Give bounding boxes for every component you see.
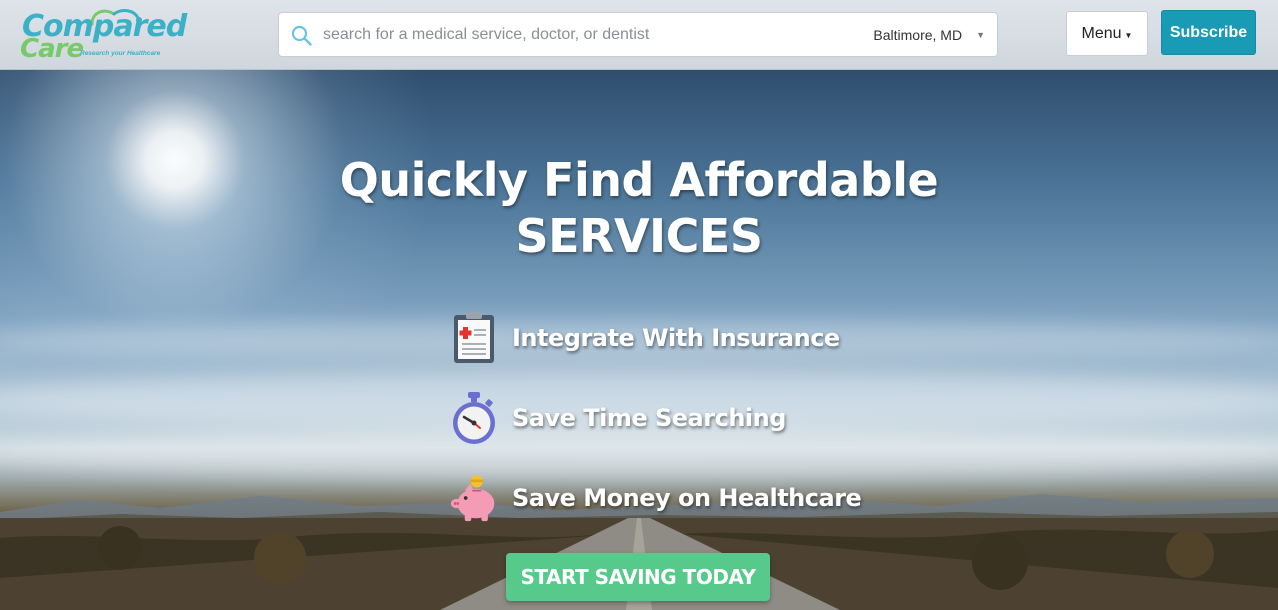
caret-down-icon: ▼ — [976, 29, 985, 40]
stopwatch-icon — [450, 390, 498, 446]
clipboard-icon — [450, 310, 498, 366]
hero-title: Quickly Find Affordable SERVICES — [0, 152, 1278, 264]
menu-button-label: Menu — [1081, 24, 1122, 42]
feature-time: Save Time Searching — [450, 388, 786, 448]
compared-care-logo[interactable]: Compared Care Research your Healthcare — [18, 6, 187, 64]
logo-name-bottom: Care — [20, 34, 84, 64]
search-icon — [291, 25, 312, 46]
hero-title-line1: Quickly Find Affordable — [339, 153, 939, 207]
subscribe-button[interactable]: Subscribe — [1161, 10, 1256, 55]
feature-label: Integrate With Insurance — [512, 324, 840, 352]
feature-insurance: Integrate With Insurance — [450, 308, 840, 368]
feature-label: Save Money on Healthcare — [512, 484, 862, 512]
caret-down-icon: ▼ — [1124, 30, 1133, 40]
search-bar: Baltimore, MD ▼ — [278, 12, 998, 57]
feature-label: Save Time Searching — [512, 404, 786, 432]
search-input[interactable] — [323, 21, 843, 49]
location-value: Baltimore, MD — [873, 26, 963, 43]
hero-section: Quickly Find Affordable SERVICES Integra… — [0, 70, 1278, 610]
logo-tagline: Research your Healthcare — [80, 50, 161, 57]
location-select[interactable]: Baltimore, MD ▼ — [873, 13, 985, 56]
piggy-bank-icon — [450, 470, 498, 526]
site-header: Compared Care Research your Healthcare B… — [0, 0, 1278, 70]
feature-money: Save Money on Healthcare — [450, 468, 862, 528]
hero-title-line2: SERVICES — [515, 209, 763, 263]
start-saving-button[interactable]: START SAVING TODAY — [506, 553, 770, 601]
menu-button[interactable]: Menu ▼ — [1066, 11, 1148, 56]
